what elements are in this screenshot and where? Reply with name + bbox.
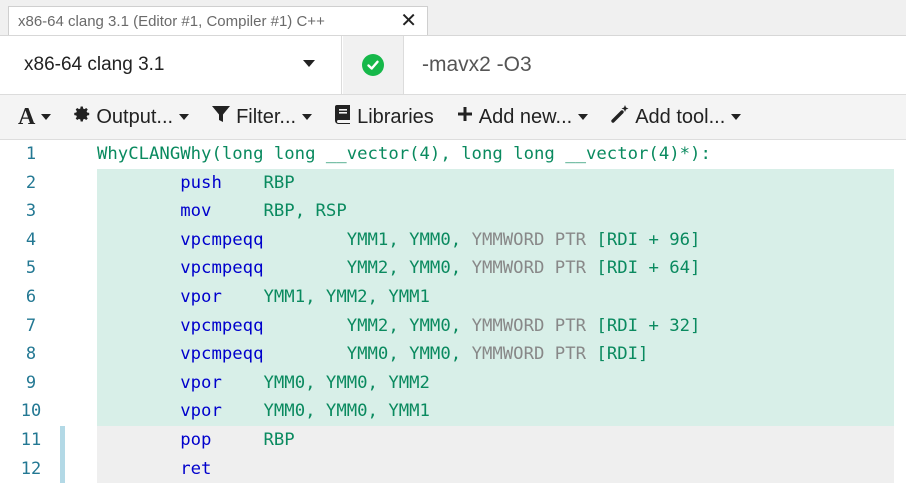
- libraries-label: Libraries: [357, 105, 434, 128]
- line-number: 9: [25, 372, 37, 393]
- add-new-label: Add new...: [478, 105, 573, 128]
- asm-line: 1 WhyCLANGWhy(long long __vector(4), lon…: [0, 140, 906, 169]
- operands: YMM2, YMM0,: [346, 315, 472, 336]
- asm-line: 7 vpcmpeqq YMM2, YMM0, YMMWORD PTR [RDI …: [0, 311, 906, 341]
- operands: YMM0, YMM0, YMM2: [263, 372, 430, 393]
- gear-icon: [73, 105, 91, 129]
- instruction: vpor: [180, 372, 222, 393]
- line-number: 6: [25, 287, 37, 307]
- ptr-keyword: YMMWORD PTR: [471, 258, 587, 279]
- filter-label: Filter...: [236, 105, 297, 128]
- line-number: 8: [25, 344, 37, 365]
- operands: YMM0, YMM0, YMM1: [263, 401, 430, 422]
- tab-title: x86-64 clang 3.1 (Editor #1, Compiler #1…: [18, 12, 325, 30]
- instruction: vpcmpeqq: [180, 258, 264, 279]
- output-toolbar: A Output... Filter... Libraries Add new.…: [0, 95, 906, 140]
- operands: YMM1, YMM0,: [346, 229, 472, 250]
- instruction: push: [180, 172, 222, 193]
- operands: RBP, RSP: [263, 201, 347, 222]
- compile-status[interactable]: [343, 36, 404, 94]
- operands: RBP: [263, 172, 295, 193]
- operands: RBP: [263, 430, 295, 450]
- chevron-down-icon: [179, 114, 190, 120]
- instruction: ret: [180, 458, 212, 479]
- instruction: vpcmpeqq: [180, 229, 264, 250]
- wand-icon: [610, 104, 630, 130]
- asm-line: 8 vpcmpeqq YMM0, YMM0, YMMWORD PTR [RDI]: [0, 340, 906, 369]
- chevron-down-icon: [41, 114, 52, 120]
- add-tool-label: Add tool...: [635, 105, 726, 128]
- compiler-bar: x86-64 clang 3.1: [0, 36, 906, 95]
- filter-icon: [211, 104, 231, 130]
- line-number: 2: [25, 172, 37, 193]
- asm-line: 11 pop RBP: [0, 426, 906, 455]
- line-number: 12: [20, 458, 42, 479]
- chevron-down-icon: [578, 114, 589, 120]
- operands: YMM0, YMM0,: [346, 344, 472, 365]
- font-icon: A: [18, 103, 36, 130]
- line-number: 7: [25, 315, 37, 336]
- compiler-select[interactable]: x86-64 clang 3.1: [0, 36, 342, 94]
- add-tool-button[interactable]: Add tool...: [610, 104, 742, 130]
- instruction: vpor: [180, 287, 222, 307]
- ptr-keyword: YMMWORD PTR: [471, 315, 587, 336]
- instruction: vpor: [180, 401, 222, 422]
- asm-line: 9 vpor YMM0, YMM0, YMM2: [0, 368, 906, 398]
- book-icon: [334, 104, 352, 130]
- memory-operand: [RDI + 96]: [596, 229, 701, 250]
- ptr-keyword: YMMWORD PTR: [471, 229, 587, 250]
- compiler-name: x86-64 clang 3.1: [24, 54, 165, 75]
- instruction: vpcmpeqq: [180, 344, 264, 365]
- compiler-tab[interactable]: x86-64 clang 3.1 (Editor #1, Compiler #1…: [8, 6, 428, 35]
- compiler-options-input[interactable]: [404, 36, 906, 94]
- check-circle-icon: [362, 54, 384, 76]
- ptr-keyword: YMMWORD PTR: [471, 344, 587, 365]
- output-menu-button[interactable]: Output...: [73, 105, 190, 129]
- asm-line: 4 vpcmpeqq YMM1, YMM0, YMMWORD PTR [RDI …: [0, 225, 906, 255]
- memory-operand: [RDI]: [596, 344, 649, 365]
- close-icon[interactable]: ✕: [400, 11, 417, 31]
- assembly-output[interactable]: 1 WhyCLANGWhy(long long __vector(4), lon…: [0, 140, 906, 501]
- asm-line: 12 ret: [0, 454, 906, 484]
- operands: YMM1, YMM2, YMM1: [263, 287, 430, 307]
- filter-menu-button[interactable]: Filter...: [211, 104, 313, 130]
- source-link-marker: [60, 426, 65, 455]
- function-label: WhyCLANGWhy(long long __vector(4), long …: [97, 144, 711, 164]
- asm-line: 5 vpcmpeqq YMM2, YMM0, YMMWORD PTR [RDI …: [0, 254, 906, 283]
- memory-operand: [RDI + 32]: [596, 315, 701, 336]
- asm-line: 2 push RBP: [0, 168, 906, 198]
- chevron-down-icon: [302, 114, 313, 120]
- operands: YMM2, YMM0,: [346, 258, 472, 279]
- instruction: mov: [180, 201, 212, 222]
- chevron-down-icon: [303, 60, 315, 67]
- asm-line: 6 vpor YMM1, YMM2, YMM1: [0, 283, 906, 312]
- asm-line: 10 vpor YMM0, YMM0, YMM1: [0, 397, 906, 426]
- instruction: pop: [180, 430, 212, 450]
- libraries-button[interactable]: Libraries: [334, 104, 434, 130]
- line-number: 1: [25, 144, 37, 164]
- chevron-down-icon: [731, 114, 742, 120]
- asm-line: 3 mov RBP, RSP: [0, 197, 906, 226]
- tab-strip: x86-64 clang 3.1 (Editor #1, Compiler #1…: [0, 0, 906, 36]
- source-link-marker: [60, 454, 65, 484]
- memory-operand: [RDI + 64]: [596, 258, 701, 279]
- output-label: Output...: [96, 105, 174, 128]
- plus-icon: [456, 105, 474, 129]
- font-size-button[interactable]: A: [18, 103, 52, 131]
- line-number: 11: [20, 430, 42, 450]
- line-number: 4: [25, 229, 37, 250]
- instruction: vpcmpeqq: [180, 315, 264, 336]
- line-number: 5: [25, 258, 37, 279]
- line-number: 10: [20, 401, 42, 422]
- add-new-button[interactable]: Add new...: [456, 105, 589, 129]
- line-number: 3: [25, 201, 37, 222]
